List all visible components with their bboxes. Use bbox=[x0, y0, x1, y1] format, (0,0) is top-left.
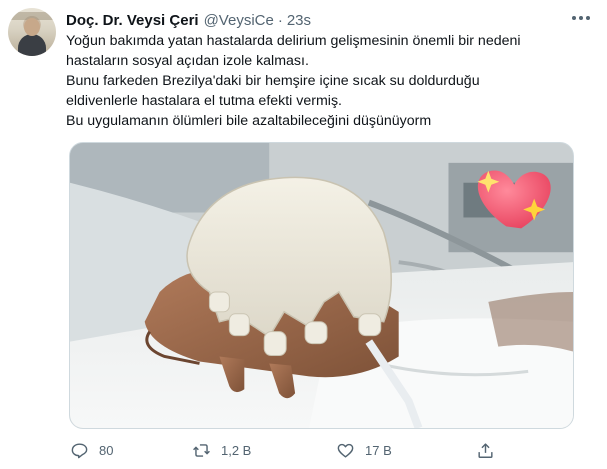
tweet-text: Yoğun bakımda yatan hastalarda delirium … bbox=[66, 31, 586, 131]
share-button[interactable] bbox=[476, 436, 495, 464]
tweet-text-line: Yoğun bakımda yatan hastalarda delirium … bbox=[66, 33, 521, 49]
retweet-button[interactable]: 1,2 B bbox=[192, 436, 251, 464]
tweet-text-line: eldivenlerle hastalara el tutma efekti v… bbox=[66, 93, 342, 109]
avatar-image bbox=[8, 8, 56, 56]
tweet-header: Doç. Dr. Veysi Çeri @VeysiCe · 23s bbox=[66, 10, 311, 30]
reply-count: 80 bbox=[99, 442, 114, 458]
more-icon[interactable] bbox=[569, 8, 593, 28]
tweet-text-line: hastaların sosyal açıdan izole kalması. bbox=[66, 53, 309, 69]
reply-icon bbox=[71, 442, 88, 458]
reply-button[interactable]: 80 bbox=[70, 436, 113, 464]
tweet[interactable]: Doç. Dr. Veysi Çeri @VeysiCe · 23s Yoğun… bbox=[0, 0, 607, 469]
like-button[interactable]: 17 B bbox=[336, 436, 392, 464]
tweet-photo[interactable] bbox=[69, 142, 574, 429]
tweet-text-line: Bunu farkeden Brezilya'daki bir hemşire … bbox=[66, 73, 480, 89]
share-icon bbox=[478, 442, 493, 458]
separator: · bbox=[277, 11, 283, 29]
photo-illustration bbox=[70, 143, 573, 428]
avatar[interactable] bbox=[8, 8, 56, 56]
retweet-icon bbox=[193, 443, 210, 457]
tweet-actions: 80 1,2 B 17 B bbox=[66, 436, 506, 464]
retweet-count: 1,2 B bbox=[221, 442, 252, 458]
timestamp[interactable]: 23s bbox=[287, 12, 311, 29]
author-name[interactable]: Doç. Dr. Veysi Çeri bbox=[66, 12, 199, 29]
heart-icon bbox=[337, 443, 354, 458]
author-handle[interactable]: @VeysiCe bbox=[204, 12, 274, 29]
like-count: 17 B bbox=[365, 442, 392, 458]
tweet-text-line: Bu uygulamanın ölümleri bile azaltabilec… bbox=[66, 113, 432, 129]
